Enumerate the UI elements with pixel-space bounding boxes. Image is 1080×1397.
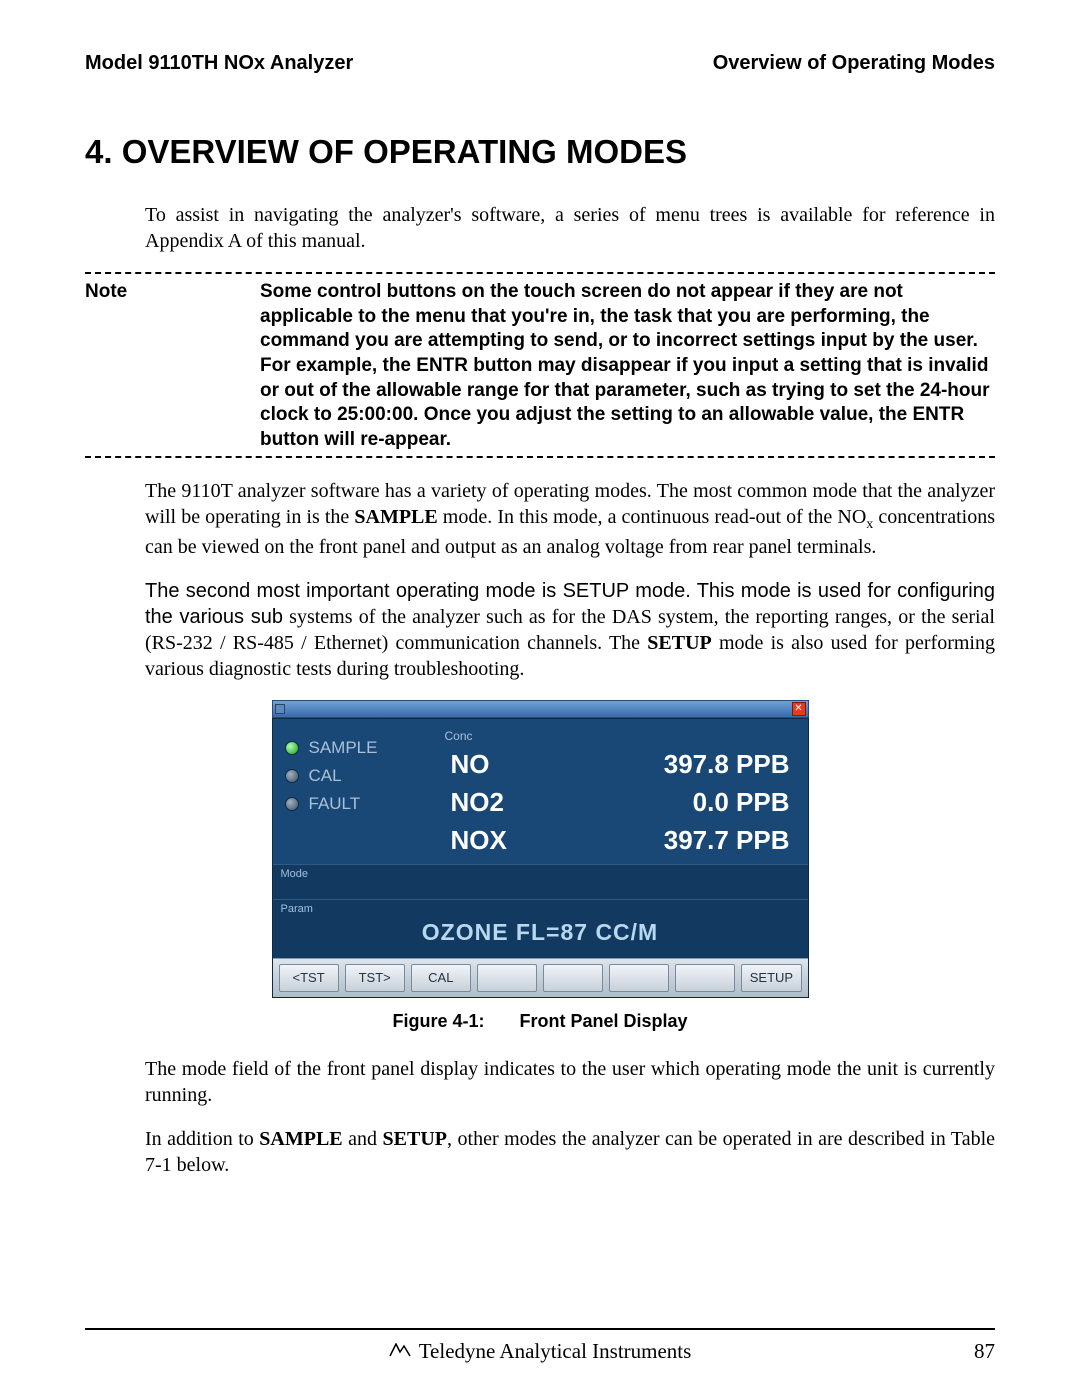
chapter-title: 4. OVERVIEW OF OPERATING MODES	[85, 131, 995, 174]
param-label: Param	[281, 902, 800, 916]
status-cal: CAL	[285, 765, 445, 787]
note-box: Note Some control buttons on the touch s…	[85, 272, 995, 458]
note-label: Note	[85, 280, 260, 453]
concentration-column: Conc NO 397.8 PPB NO2 0.0 PPB NOX 397.7 …	[445, 729, 796, 860]
setup-button[interactable]: SETUP	[741, 964, 801, 992]
status-column: SAMPLE CAL FAULT	[285, 729, 445, 860]
conc-no2: NO2 0.0 PPB	[445, 784, 796, 822]
panel-body: SAMPLE CAL FAULT Conc NO 397.8 PPB	[272, 718, 809, 998]
param-value: OZONE FL=87 CC/M	[281, 916, 800, 954]
param-strip: Param OZONE FL=87 CC/M	[273, 899, 808, 958]
note-body: Some control buttons on the touch screen…	[260, 280, 995, 453]
mode-strip: Mode	[273, 864, 808, 899]
tst-prev-button[interactable]: <TST	[279, 964, 339, 992]
blank-button-4[interactable]	[675, 964, 735, 992]
close-icon[interactable]: ✕	[792, 702, 806, 716]
paragraph-3: The mode field of the front panel displa…	[145, 1056, 995, 1108]
paragraph-2: The second most important operating mode…	[145, 578, 995, 682]
led-off-icon	[285, 769, 299, 783]
conc-header: Conc	[445, 729, 796, 745]
blank-button-1[interactable]	[477, 964, 537, 992]
paragraph-1: The 9110T analyzer software has a variet…	[145, 478, 995, 560]
status-fault: FAULT	[285, 793, 445, 815]
led-green-icon	[285, 741, 299, 755]
tst-next-button[interactable]: TST>	[345, 964, 405, 992]
header-right: Overview of Operating Modes	[713, 50, 995, 76]
page-footer: Teledyne Analytical Instruments 87	[85, 1328, 995, 1365]
figure-caption: Figure 4-1: Front Panel Display	[85, 1010, 995, 1033]
paragraph-4: In addition to SAMPLE and SETUP, other m…	[145, 1126, 995, 1178]
front-panel-figure: ✕ SAMPLE CAL FAULT Conc	[272, 700, 809, 998]
conc-nox: NOX 397.7 PPB	[445, 822, 796, 860]
header-left: Model 9110TH NOx Analyzer	[85, 50, 353, 76]
status-sample: SAMPLE	[285, 737, 445, 759]
page-number: 87	[974, 1338, 995, 1365]
intro-paragraph: To assist in navigating the analyzer's s…	[145, 202, 995, 254]
conc-no: NO 397.8 PPB	[445, 746, 796, 784]
cal-button[interactable]: CAL	[411, 964, 471, 992]
blank-button-3[interactable]	[609, 964, 669, 992]
blank-button-2[interactable]	[543, 964, 603, 992]
footer-company: Teledyne Analytical Instruments	[419, 1338, 692, 1365]
teledyne-logo-icon	[389, 1340, 411, 1363]
window-titlebar: ✕	[272, 700, 809, 718]
led-off-icon	[285, 797, 299, 811]
button-strip: <TST TST> CAL SETUP	[273, 958, 808, 997]
window-icon	[275, 704, 285, 714]
page-header: Model 9110TH NOx Analyzer Overview of Op…	[85, 50, 995, 76]
